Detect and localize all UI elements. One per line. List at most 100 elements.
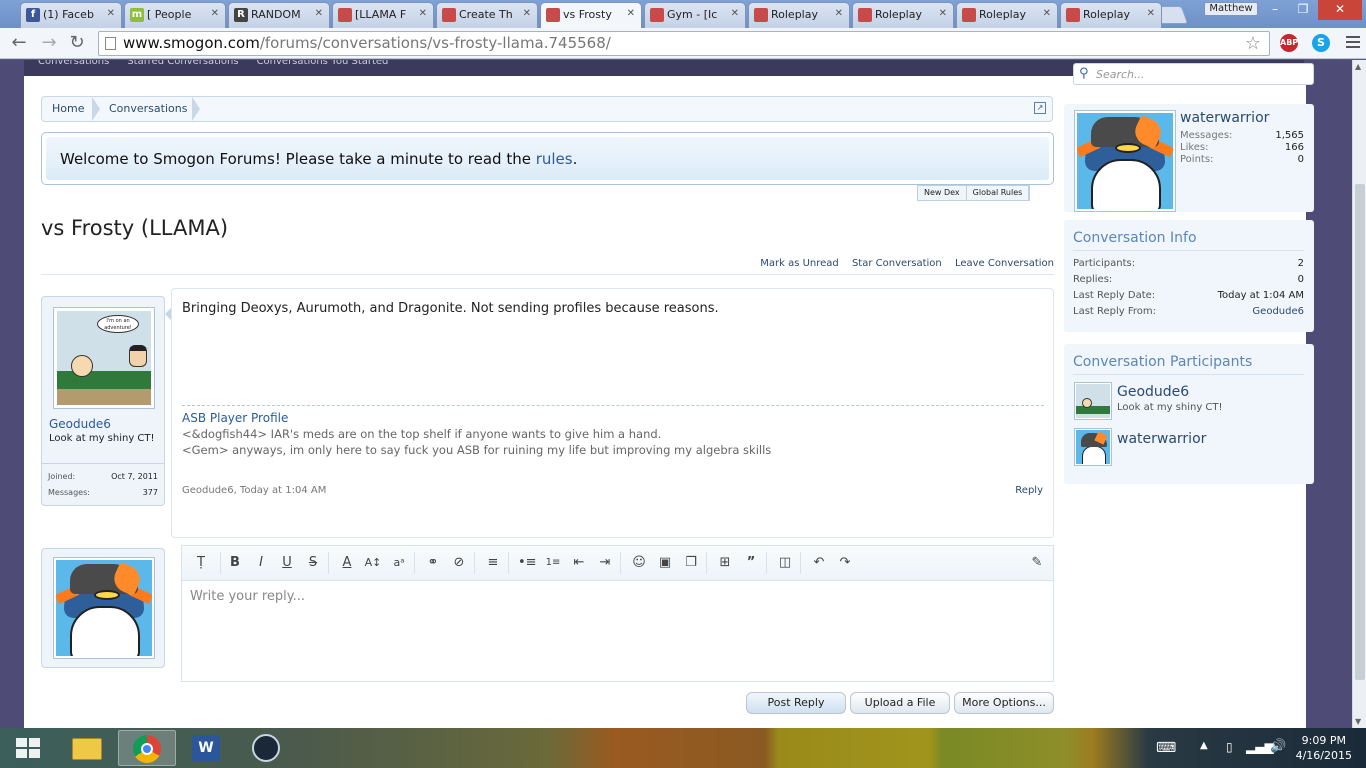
close-tab-icon[interactable]: ✕ — [523, 8, 531, 19]
signature-link[interactable]: ASB Player Profile — [182, 411, 288, 425]
browser-menu-icon[interactable] — [1346, 36, 1360, 51]
quote-icon[interactable]: ” — [742, 555, 760, 571]
text-color-icon[interactable]: A — [338, 555, 356, 571]
global-rules-link[interactable]: Global Rules — [967, 186, 1030, 200]
avatar[interactable]: I'm on an adventure! — [53, 307, 155, 409]
italic-icon[interactable]: I — [252, 555, 270, 571]
avatar[interactable] — [1074, 110, 1176, 212]
subnav-link[interactable]: Conversations You Started — [257, 60, 389, 67]
popout-icon[interactable]: ↗ — [1034, 102, 1046, 114]
close-tab-icon[interactable]: ✕ — [211, 8, 219, 19]
back-icon[interactable]: ← — [8, 32, 30, 54]
redo-icon[interactable]: ↷ — [836, 555, 854, 571]
image-icon[interactable]: ▣ — [656, 555, 674, 571]
participant-name[interactable]: Geodude6 — [1117, 384, 1189, 400]
save-draft-icon[interactable]: ◫ — [776, 555, 794, 571]
browser-tab[interactable]: f (1) Faceb ✕ — [20, 2, 122, 28]
maximize-button[interactable]: ❐ — [1290, 0, 1316, 20]
browser-tab[interactable]: Roleplay ✕ — [748, 2, 850, 28]
volume-icon[interactable]: 🔊 — [1270, 739, 1286, 754]
browser-tab[interactable]: Roleplay ✕ — [852, 2, 954, 28]
file-explorer-icon[interactable] — [58, 730, 116, 766]
bookmark-star-icon[interactable]: ☆ — [1245, 32, 1261, 55]
participant-name[interactable]: waterwarrior — [1117, 428, 1206, 450]
mark-unread-link[interactable]: Mark as Unread — [760, 258, 839, 269]
reload-icon[interactable]: ↻ — [66, 32, 88, 54]
reply-textarea[interactable]: Write your reply... — [182, 581, 1053, 612]
keyboard-icon[interactable]: ⌨ — [1156, 740, 1176, 756]
close-tab-icon[interactable]: ✕ — [731, 8, 739, 19]
scroll-down-icon[interactable]: ▼ — [1355, 717, 1361, 726]
toggle-bbcode-icon[interactable]: ✎ — [1028, 555, 1046, 571]
message-meta[interactable]: Geodude6, Today at 1:04 AM — [182, 485, 326, 496]
address-bar[interactable]: www.smogon.com/forums/conversations/vs-f… — [98, 31, 1270, 56]
code-icon[interactable]: ⊞ — [716, 555, 734, 571]
smilie-icon[interactable]: ☺ — [630, 555, 648, 571]
close-tab-icon[interactable]: ✕ — [835, 8, 843, 19]
upload-file-button[interactable]: Upload a File — [850, 692, 950, 714]
close-tab-icon[interactable]: ✕ — [627, 8, 635, 19]
close-tab-icon[interactable]: ✕ — [1147, 8, 1155, 19]
scrollbar-thumb[interactable] — [1355, 184, 1365, 680]
numbered-list-icon[interactable]: 1≡ — [544, 555, 562, 571]
tray-expand-icon[interactable]: ▲ — [1200, 740, 1208, 751]
browser-tab[interactable]: Roleplay ✕ — [956, 2, 1058, 28]
page-scrollbar[interactable]: ▲ ▼ — [1352, 60, 1366, 728]
unlink-icon[interactable]: ⊘ — [450, 555, 468, 571]
minimize-button[interactable]: – — [1262, 0, 1288, 20]
breadcrumb-home[interactable]: Home — [42, 97, 94, 121]
browser-tab[interactable]: Gym - [Ic ✕ — [644, 2, 746, 28]
steam-icon[interactable] — [238, 730, 296, 766]
avatar[interactable] — [1074, 382, 1112, 420]
close-tab-icon[interactable]: ✕ — [419, 8, 427, 19]
browser-tab[interactable]: R RANDOM ✕ — [228, 2, 330, 28]
username-link[interactable]: Geodude6 — [49, 417, 111, 431]
bullet-list-icon[interactable]: •≡ — [518, 555, 537, 571]
battery-icon[interactable]: ▯ — [1226, 740, 1233, 754]
reply-link[interactable]: Reply — [1015, 485, 1043, 496]
font-family-icon[interactable]: aᵃ — [390, 555, 408, 571]
clock[interactable]: 9:09 PM 4/16/2015 — [1296, 733, 1352, 763]
browser-tab[interactable]: m[ People ✕ — [124, 2, 226, 28]
media-icon[interactable]: ❐ — [682, 555, 700, 571]
font-size-icon[interactable]: A↕ — [364, 555, 382, 571]
underline-icon[interactable]: U — [278, 555, 296, 571]
avatar[interactable] — [53, 557, 155, 659]
remove-format-icon[interactable]: Ṭ — [192, 555, 210, 571]
close-tab-icon[interactable]: ✕ — [107, 8, 115, 19]
close-tab-icon[interactable]: ✕ — [315, 8, 323, 19]
subnav-link[interactable]: Starred Conversations — [127, 60, 238, 67]
word-icon[interactable]: W — [178, 730, 236, 766]
browser-tab[interactable]: Roleplay ✕ — [1060, 2, 1162, 28]
scroll-up-icon[interactable]: ▲ — [1355, 62, 1361, 71]
close-tab-icon[interactable]: ✕ — [1043, 8, 1051, 19]
forward-icon[interactable]: → — [38, 32, 60, 54]
subnav-link[interactable]: Conversations — [38, 60, 109, 67]
undo-icon[interactable]: ↶ — [810, 555, 828, 571]
align-icon[interactable]: ≡ — [484, 555, 502, 571]
link-icon[interactable]: ⚭ — [424, 555, 442, 571]
browser-tab[interactable]: [LLAMA F ✕ — [332, 2, 434, 28]
chrome-icon[interactable] — [118, 730, 176, 766]
browser-tab[interactable]: vs Frosty ✕ — [540, 2, 642, 28]
more-options-button[interactable]: More Options... — [954, 692, 1054, 714]
visitor-username[interactable]: waterwarrior — [1180, 110, 1269, 126]
avatar[interactable] — [1074, 428, 1112, 466]
new-dex-link[interactable]: New Dex — [918, 186, 967, 200]
browser-tab[interactable]: Create Th ✕ — [436, 2, 538, 28]
post-reply-button[interactable]: Post Reply — [746, 692, 846, 714]
leave-conversation-link[interactable]: Leave Conversation — [955, 258, 1054, 269]
star-conversation-link[interactable]: Star Conversation — [852, 258, 942, 269]
last-reply-user-link[interactable]: Geodude6 — [1252, 304, 1304, 320]
close-window-button[interactable]: ✕ — [1318, 0, 1362, 20]
indent-icon[interactable]: ⇥ — [596, 555, 614, 571]
rules-link[interactable]: rules — [536, 150, 573, 168]
bold-icon[interactable]: B — [226, 555, 244, 571]
profile-button[interactable]: Matthew — [1204, 2, 1258, 16]
adblock-icon[interactable]: ABP — [1280, 34, 1298, 52]
outdent-icon[interactable]: ⇤ — [570, 555, 588, 571]
skype-icon[interactable]: S — [1312, 34, 1330, 52]
close-tab-icon[interactable]: ✕ — [939, 8, 947, 19]
start-button[interactable] — [0, 728, 56, 768]
search-input[interactable]: ⚲ Search... — [1073, 63, 1314, 85]
